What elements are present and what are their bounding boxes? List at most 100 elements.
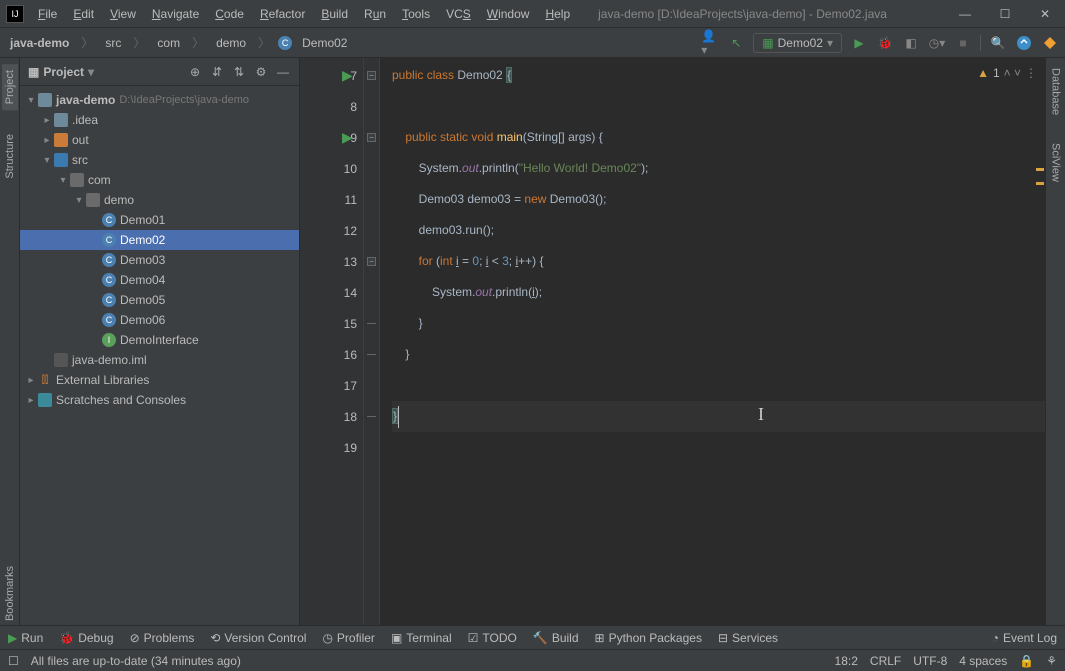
inspection-badge[interactable]: ▲1 ˄ ˅ ⋮ — [977, 66, 1037, 80]
tool-profiler[interactable]: ◷Profiler — [322, 631, 375, 645]
status-lock-icon[interactable]: 🔒 — [1019, 654, 1034, 668]
tree-idea[interactable]: ▸.idea — [20, 110, 299, 130]
folder-icon — [54, 153, 68, 167]
menu-file[interactable]: File — [30, 3, 65, 25]
tab-structure[interactable]: Structure — [4, 130, 16, 183]
collapse-icon[interactable]: ⇅ — [231, 64, 247, 80]
right-tool-strip: Database SciView — [1045, 58, 1065, 625]
tree-ext-lib[interactable]: ▸⫿⫿External Libraries — [20, 370, 299, 390]
status-line-sep[interactable]: CRLF — [870, 654, 901, 668]
run-gutter-icon[interactable]: ▶ — [342, 129, 353, 146]
tree-file-interface[interactable]: IDemoInterface — [20, 330, 299, 350]
tree-demo[interactable]: ▾demo — [20, 190, 299, 210]
status-encoding[interactable]: UTF-8 — [913, 654, 947, 668]
panel-title[interactable]: ▦ Project ▾ — [28, 65, 181, 79]
breadcrumb: java-demo〉 src〉 com〉 demo〉 C Demo02 — [6, 32, 351, 53]
tab-project[interactable]: Project — [2, 64, 18, 110]
editor[interactable]: ▲1 ˄ ˅ ⋮ 7▶ 8 9▶ 10 11 12 13 14 15 16 17… — [300, 58, 1045, 625]
fold-toggle[interactable]: − — [367, 257, 376, 266]
text-cursor-icon: I — [758, 399, 764, 430]
stop-button[interactable]: ■ — [954, 34, 972, 52]
tree-file-demo01[interactable]: CDemo01 — [20, 210, 299, 230]
tree-scratches[interactable]: ▸Scratches and Consoles — [20, 390, 299, 410]
menu-navigate[interactable]: Navigate — [144, 3, 207, 25]
error-stripe[interactable] — [1033, 58, 1045, 625]
tool-run[interactable]: ▶Run — [8, 631, 43, 645]
tree-file-demo03[interactable]: CDemo03 — [20, 250, 299, 270]
status-bar: ☐ All files are up-to-date (34 minutes a… — [0, 649, 1065, 671]
fold-toggle[interactable]: − — [367, 71, 376, 80]
status-indent[interactable]: 4 spaces — [959, 654, 1007, 668]
tool-python-packages[interactable]: ⊞Python Packages — [595, 631, 702, 645]
tool-vcs[interactable]: ⟲Version Control — [210, 631, 306, 645]
navigation-bar: java-demo〉 src〉 com〉 demo〉 C Demo02 👤▾ ↖… — [0, 28, 1065, 58]
project-tool-window: ▦ Project ▾ ⊕ ⇵ ⇅ ⚙ — ▾java-demoD:\IdeaP… — [20, 58, 300, 625]
tree-file-demo06[interactable]: CDemo06 — [20, 310, 299, 330]
window-title: java-demo [D:\IdeaProjects\java-demo] - … — [578, 7, 945, 21]
status-daemon-icon[interactable]: ⚘ — [1046, 654, 1057, 668]
menu-tools[interactable]: Tools — [394, 3, 438, 25]
crumb-project[interactable]: java-demo — [6, 34, 73, 52]
status-icon[interactable]: ☐ — [8, 654, 19, 668]
expand-icon[interactable]: ⇵ — [209, 64, 225, 80]
code-area[interactable]: public class Demo02 { public static void… — [380, 58, 1045, 625]
coverage-button[interactable]: ◧ — [902, 34, 920, 52]
menu-window[interactable]: Window — [479, 3, 538, 25]
ide-scripting-icon[interactable] — [1041, 34, 1059, 52]
run-gutter-icon[interactable]: ▶ — [342, 67, 353, 84]
main-menu: File Edit View Navigate Code Refactor Bu… — [30, 3, 578, 25]
tab-database[interactable]: Database — [1050, 64, 1062, 119]
tree-iml[interactable]: java-demo.iml — [20, 350, 299, 370]
hide-icon[interactable]: — — [275, 64, 291, 80]
tool-terminal[interactable]: ▣Terminal — [391, 631, 452, 645]
tool-build[interactable]: 🔨Build — [533, 631, 579, 645]
tool-eventlog[interactable]: ◔Event Log — [992, 631, 1057, 645]
status-position[interactable]: 18:2 — [835, 654, 858, 668]
profile-button[interactable]: ◷▾ — [928, 34, 946, 52]
tab-bookmarks[interactable]: Bookmarks — [4, 562, 16, 625]
tree-project-root[interactable]: ▾java-demoD:\IdeaProjects\java-demo — [20, 90, 299, 110]
tree-src[interactable]: ▾src — [20, 150, 299, 170]
crumb-demo[interactable]: demo — [212, 34, 250, 52]
menu-code[interactable]: Code — [207, 3, 252, 25]
sync-icon[interactable] — [1015, 34, 1033, 52]
user-icon[interactable]: 👤▾ — [701, 34, 719, 52]
run-config-selector[interactable]: ▦Demo02▾ — [753, 33, 842, 53]
fold-toggle[interactable]: − — [367, 133, 376, 142]
run-button[interactable]: ▶ — [850, 34, 868, 52]
crumb-src[interactable]: src — [101, 34, 125, 52]
class-icon: C — [102, 313, 116, 327]
tab-sciview[interactable]: SciView — [1050, 139, 1062, 186]
minimize-button[interactable]: — — [945, 0, 985, 28]
menu-build[interactable]: Build — [313, 3, 356, 25]
tree-file-demo05[interactable]: CDemo05 — [20, 290, 299, 310]
tool-todo[interactable]: ☑TODO — [468, 631, 517, 645]
menu-vcs[interactable]: VCS — [438, 3, 479, 25]
tree-out[interactable]: ▸out — [20, 130, 299, 150]
project-tree[interactable]: ▾java-demoD:\IdeaProjects\java-demo ▸.id… — [20, 86, 299, 625]
gear-icon[interactable]: ⚙ — [253, 64, 269, 80]
tool-problems[interactable]: ⊘Problems — [130, 631, 195, 645]
debug-button[interactable]: 🐞 — [876, 34, 894, 52]
left-tool-strip: Project Structure Bookmarks — [0, 58, 20, 625]
interface-icon: I — [102, 333, 116, 347]
maximize-button[interactable]: ☐ — [985, 0, 1025, 28]
target-icon[interactable]: ⊕ — [187, 64, 203, 80]
tool-debug[interactable]: 🐞Debug — [59, 631, 113, 645]
back-arrow-icon[interactable]: ↖ — [727, 34, 745, 52]
close-button[interactable]: ✕ — [1025, 0, 1065, 28]
menu-refactor[interactable]: Refactor — [252, 3, 313, 25]
tool-services[interactable]: ⊟Services — [718, 631, 778, 645]
tree-file-demo04[interactable]: CDemo04 — [20, 270, 299, 290]
tree-file-demo02[interactable]: CDemo02 — [20, 230, 299, 250]
class-icon: C — [102, 273, 116, 287]
fold-gutter: − − − — [364, 58, 380, 625]
menu-run[interactable]: Run — [356, 3, 394, 25]
search-icon[interactable]: 🔍 — [989, 34, 1007, 52]
menu-edit[interactable]: Edit — [65, 3, 102, 25]
crumb-class[interactable]: Demo02 — [298, 34, 351, 52]
crumb-com[interactable]: com — [153, 34, 184, 52]
tree-com[interactable]: ▾com — [20, 170, 299, 190]
menu-help[interactable]: Help — [537, 3, 578, 25]
menu-view[interactable]: View — [102, 3, 144, 25]
